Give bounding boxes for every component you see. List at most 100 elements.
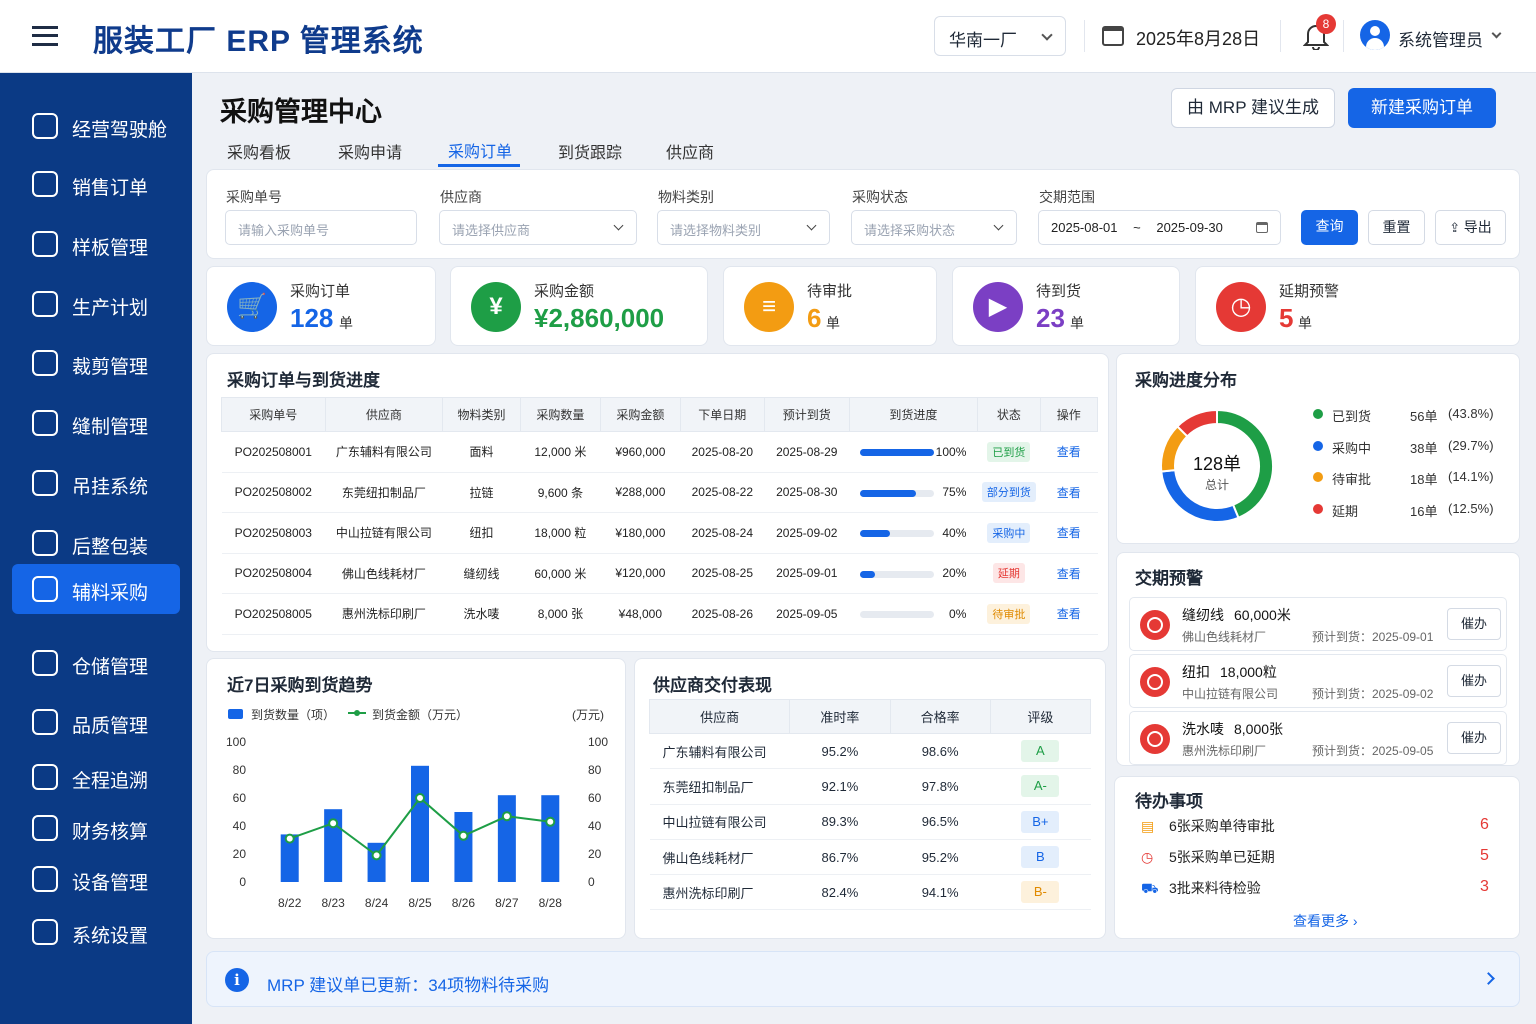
order-no-input[interactable]: 请输入采购单号 <box>225 210 417 245</box>
warning-qty: 8,000张 <box>1234 721 1284 737</box>
sidebar-item-label: 系统设置 <box>72 926 149 947</box>
sidebar-item[interactable]: 吊挂系统 <box>12 458 180 508</box>
yen-icon <box>32 815 58 841</box>
table-cell: PO202508001 <box>221 431 326 473</box>
factory-select[interactable]: 华南一厂 <box>934 16 1066 56</box>
kpi-label: 采购订单 <box>290 283 351 300</box>
table-cell: 18,000 粒 <box>520 512 601 554</box>
kpi-unit: 单 <box>339 315 353 331</box>
new-order-button[interactable]: 新建采购订单 <box>1348 88 1496 128</box>
sidebar-item[interactable]: 仓储管理 <box>12 638 180 688</box>
sidebar-item[interactable]: 辅料采购 <box>12 564 180 614</box>
urge-button[interactable]: 催办 <box>1447 665 1501 697</box>
table-header: 准时率 <box>789 699 891 734</box>
sidebar-item[interactable]: 样板管理 <box>12 219 180 269</box>
table-row[interactable]: 广东辅料有限公司 95.2% 98.6% A <box>649 733 1091 770</box>
chart-point <box>458 830 469 841</box>
table-cell: 2025-08-30 <box>764 472 850 513</box>
query-button[interactable]: 查询 <box>1301 210 1358 245</box>
mrp-generate-button[interactable]: 由 MRP 建议生成 <box>1171 88 1335 128</box>
sidebar-item[interactable]: 系统设置 <box>12 907 180 957</box>
table-row[interactable]: 东莞纽扣制品厂 92.1% 97.8% A- <box>649 768 1091 805</box>
todo-item[interactable]: ◷ 5张采购单已延期 <box>1141 847 1275 867</box>
export-button[interactable]: ⇪ 导出 <box>1435 210 1506 245</box>
action-cell: 查看 <box>1040 593 1098 635</box>
supplier-table: 供应商 准时率 合格率 评级 广东辅料有限公司 95.2% 98.6% A 东莞纽扣制品厂 92… <box>648 699 1092 911</box>
supplier-select-placeholder: 请选择供应商 <box>452 223 531 238</box>
table-row[interactable]: PO202508001 广东辅料有限公司 面料 12,000 米 ¥960,000 202… <box>221 431 1098 473</box>
mrp-banner[interactable]: i MRP 建议单已更新：34项物料待采购 <box>206 951 1520 1007</box>
supplier-select[interactable]: 请选择供应商 <box>439 210 637 245</box>
urge-button[interactable]: 催办 <box>1447 722 1501 754</box>
sidebar-item[interactable]: 生产计划 <box>12 279 180 329</box>
table-header: 供应商 <box>324 397 444 432</box>
view-link[interactable]: 查看 <box>1057 607 1081 621</box>
view-link[interactable]: 查看 <box>1057 486 1081 500</box>
todo-count: 3 <box>1480 878 1489 895</box>
table-row[interactable]: 佛山色线耗材厂 86.7% 95.2% B <box>649 839 1091 876</box>
progress-percent: 20% <box>942 566 967 581</box>
chart-bar <box>411 765 429 882</box>
view-more-link[interactable]: 查看更多 › <box>1293 911 1358 931</box>
sidebar-item-label: 全程追溯 <box>72 771 149 792</box>
legend-percent: (29.7%) <box>1448 437 1494 453</box>
date-end[interactable]: 2025-09-30 <box>1156 220 1223 235</box>
export-label: 导出 <box>1463 219 1492 235</box>
todo-item[interactable]: ▤ 6张采购单待审批 <box>1141 816 1275 836</box>
todo-item[interactable]: ⛟ 3批来料待检验 <box>1141 878 1261 899</box>
sidebar-item[interactable]: 全程追溯 <box>12 752 180 802</box>
sidebar-item[interactable]: 财务核算 <box>12 803 180 853</box>
y2-tick-label: 80 <box>588 763 602 777</box>
table-cell: 2025-08-26 <box>680 593 765 635</box>
table-row[interactable]: PO202508005 惠州洗标印刷厂 洗水唛 8,000 张 ¥48,000 2025-… <box>221 593 1098 635</box>
chevron-right-icon[interactable] <box>1482 972 1495 985</box>
tab-arrival-tracking[interactable]: 到货跟踪 <box>558 139 622 163</box>
view-link[interactable]: 查看 <box>1057 526 1081 540</box>
sidebar-item[interactable]: 销售订单 <box>12 159 180 209</box>
table-header: 供应商 <box>648 699 791 734</box>
sidebar-item[interactable]: 后整包装 <box>12 518 180 568</box>
user-name[interactable]: 系统管理员 <box>1398 26 1483 51</box>
warning-supplier: 佛山色线耗材厂 <box>1182 630 1267 644</box>
reset-button[interactable]: 重置 <box>1368 210 1425 245</box>
chevron-down-icon <box>993 220 1004 231</box>
view-link[interactable]: 查看 <box>1057 567 1081 581</box>
table-row[interactable]: PO202508004 佛山色线耗材厂 缝纫线 60,000 米 ¥120,000 202… <box>221 553 1098 594</box>
table-row[interactable]: PO202508002 东莞纽扣制品厂 拉链 9,600 条 ¥288,000 2025-… <box>221 472 1098 513</box>
gear-icon <box>32 866 58 892</box>
y2-tick-label: 100 <box>588 735 608 749</box>
table-row[interactable]: PO202508003 中山拉链有限公司 纽扣 18,000 粒 ¥180,000 202… <box>221 512 1098 554</box>
cart-icon: 🛒 <box>227 282 277 332</box>
active-tab-indicator <box>438 164 520 167</box>
tab-supplier[interactable]: 供应商 <box>666 139 714 163</box>
tab-purchase-order[interactable]: 采购订单 <box>448 138 512 162</box>
sidebar-item[interactable]: 缝制管理 <box>12 398 180 448</box>
orders-table: 采购单号 供应商 物料类别 采购数量 采购金额 下单日期 预计到货 到货进度 状态 操作 PO20… <box>221 397 1099 635</box>
calendar-icon <box>32 291 58 317</box>
warning-eta: 预计到货：2025-09-02 <box>1312 687 1434 701</box>
table-cell: ¥48,000 <box>600 593 681 635</box>
sidebar-item[interactable]: 经营驾驶舱 <box>12 101 180 151</box>
date-range-picker[interactable]: 2025-08-01 ~ 2025-09-30 <box>1038 210 1281 245</box>
donut-slice[interactable] <box>1175 408 1218 438</box>
tab-purchase-board[interactable]: 采购看板 <box>227 139 291 163</box>
warning-material: 纽扣 18,000粒 <box>1182 662 1277 682</box>
urge-button[interactable]: 催办 <box>1447 608 1501 640</box>
sidebar-item[interactable]: 裁剪管理 <box>12 338 180 388</box>
sidebar-item[interactable]: 设备管理 <box>12 854 180 904</box>
menu-icon[interactable] <box>32 26 58 46</box>
table-row[interactable]: 中山拉链有限公司 89.3% 96.5% B+ <box>649 804 1091 840</box>
table-row[interactable]: 惠州洗标印刷厂 82.4% 94.1% B- <box>649 874 1091 911</box>
sidebar-item[interactable]: 品质管理 <box>12 697 180 747</box>
kpi-unit: 单 <box>1070 315 1084 331</box>
warning-item: 缝纫线 60,000米 佛山色线耗材厂 预计到货：2025-09-01 催办 <box>1129 597 1507 651</box>
tab-purchase-request[interactable]: 采购申请 <box>338 139 402 163</box>
category-select[interactable]: 请选择物料类别 <box>657 210 830 245</box>
avatar[interactable] <box>1360 20 1390 50</box>
legend-dot <box>1313 409 1323 419</box>
view-link[interactable]: 查看 <box>1057 445 1081 459</box>
status-select[interactable]: 请选择采购状态 <box>851 210 1017 245</box>
date-start[interactable]: 2025-08-01 <box>1051 220 1118 235</box>
progress-percent: 100% <box>935 444 967 459</box>
chevron-down-icon[interactable] <box>1491 28 1502 39</box>
